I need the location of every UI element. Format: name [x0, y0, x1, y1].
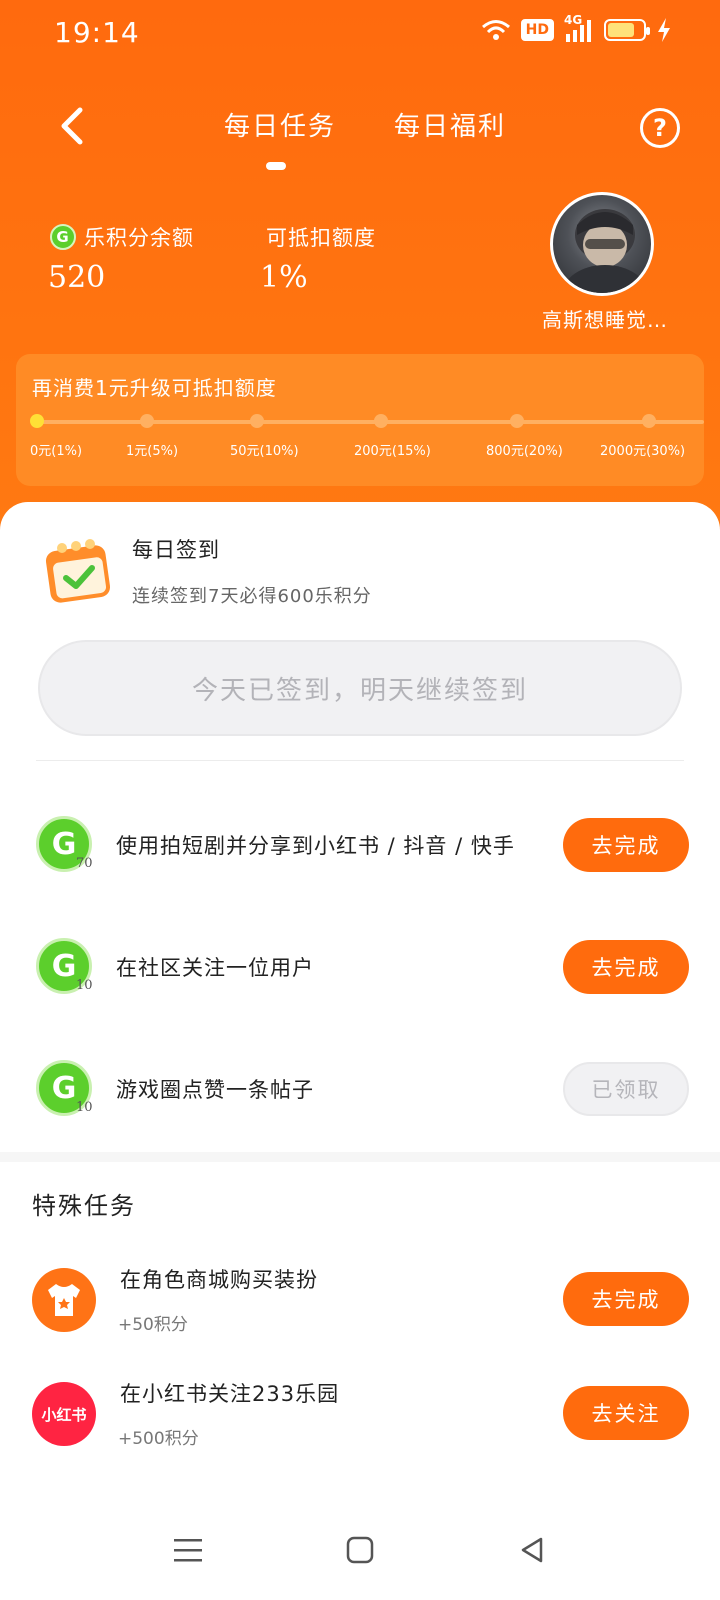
back-arrow-icon: [61, 107, 83, 145]
xiaohongshu-icon: 小红书: [32, 1382, 96, 1446]
follow-button[interactable]: 去关注: [563, 1386, 689, 1440]
battery-icon: [604, 19, 650, 41]
tshirt-icon: [32, 1268, 96, 1332]
special-task-row: 小红书 在小红书关注233乐园 +500积分 去关注: [0, 1364, 720, 1464]
hd-badge: HD: [520, 19, 554, 41]
points-balance-value: 520: [48, 260, 106, 295]
points-label-text: 乐积分余额: [84, 226, 194, 250]
question-mark-icon: ?: [653, 114, 667, 142]
task-label: 使用拍短剧并分享到小红书 / 抖音 / 快手: [116, 834, 515, 858]
back-nav-button[interactable]: [512, 1530, 552, 1570]
progress-track: [36, 420, 704, 424]
progress-level-label: 2000元(30%): [600, 444, 686, 459]
special-task-label: 在小红书关注233乐园: [120, 1382, 340, 1406]
special-task-reward: +500积分: [118, 1429, 199, 1449]
task-points: 10: [76, 978, 93, 993]
avatar[interactable]: [550, 192, 654, 296]
points-balance-label: G 乐积分余额: [50, 222, 194, 252]
progress-level-label: 0元(1%): [30, 444, 83, 459]
upgrade-title: 再消费1元升级可抵扣额度: [32, 376, 277, 400]
status-time: 19:14: [54, 16, 140, 49]
g-coin-icon: G: [50, 224, 76, 250]
menu-icon: [174, 1539, 202, 1562]
xiaohongshu-logo-text: 小红书: [41, 1405, 87, 1424]
status-icons: HD 4G: [481, 14, 672, 42]
checkin-subtitle: 连续签到7天必得600乐积分: [132, 586, 372, 607]
task-row: G 10 在社区关注一位用户 去完成: [0, 922, 720, 1012]
tab-daily-tasks[interactable]: 每日任务: [224, 106, 336, 143]
system-nav-bar: [0, 1500, 720, 1600]
special-task-label: 在角色商城购买装扮: [120, 1268, 318, 1292]
task-points: 70: [76, 856, 93, 871]
battery-level: [608, 23, 634, 37]
claimed-button[interactable]: 已领取: [563, 1062, 689, 1116]
back-button[interactable]: [50, 104, 94, 148]
task-row: G 10 游戏圈点赞一条帖子 已领取: [0, 1044, 720, 1134]
calendar-check-icon: [44, 538, 114, 604]
special-task-row: 在角色商城购买装扮 +50积分 去完成: [0, 1250, 720, 1350]
section-separator: [0, 1152, 720, 1162]
progress-level-label: 50元(10%): [230, 444, 299, 459]
progress-level-dot: [140, 414, 154, 428]
progress-level-dot: [374, 414, 388, 428]
active-tab-indicator: [266, 162, 286, 170]
menu-button[interactable]: [168, 1530, 208, 1570]
tab-daily-welfare[interactable]: 每日福利: [394, 106, 506, 143]
task-points: 10: [76, 1100, 93, 1115]
complete-task-button[interactable]: 去完成: [563, 940, 689, 994]
task-label: 在社区关注一位用户: [116, 956, 314, 980]
special-task-reward: +50积分: [118, 1315, 188, 1335]
wifi-icon: [481, 20, 510, 40]
progress-level-dot: [510, 414, 524, 428]
status-bar: 19:14 HD 4G: [0, 0, 720, 64]
task-row: G 70 使用拍短剧并分享到小红书 / 抖音 / 快手 去完成: [0, 800, 720, 890]
home-button[interactable]: [340, 1530, 380, 1570]
progress-level-dot: [250, 414, 264, 428]
username[interactable]: 高斯想睡觉…: [530, 304, 680, 333]
deduct-quota-label: 可抵扣额度: [266, 226, 376, 250]
progress-level-label: 200元(15%): [354, 444, 431, 459]
signal-icon: 4G: [564, 14, 594, 42]
upgrade-progress-card: 再消费1元升级可抵扣额度 0元(1%) 1元(5%) 50元(10%) 200元(15…: [16, 354, 704, 486]
deduct-quota-value: 1%: [260, 260, 308, 295]
home-square-icon: [346, 1536, 374, 1564]
progress-level-label: 800元(20%): [486, 444, 563, 459]
help-button[interactable]: ?: [640, 108, 680, 148]
progress-level-dot: [30, 414, 44, 428]
charging-icon: [658, 18, 670, 42]
progress-level-label: 1元(5%): [126, 444, 179, 459]
checkin-button[interactable]: 今天已签到，明天继续签到: [38, 640, 682, 736]
network-label: 4G: [564, 13, 583, 27]
complete-task-button[interactable]: 去完成: [563, 1272, 689, 1326]
special-tasks-title: 特殊任务: [32, 1192, 136, 1220]
task-label: 游戏圈点赞一条帖子: [116, 1078, 314, 1102]
progress-level-dot: [642, 414, 656, 428]
complete-task-button[interactable]: 去完成: [563, 818, 689, 872]
checkin-title: 每日签到: [132, 538, 220, 562]
divider: [36, 760, 684, 761]
back-triangle-icon: [521, 1537, 543, 1563]
